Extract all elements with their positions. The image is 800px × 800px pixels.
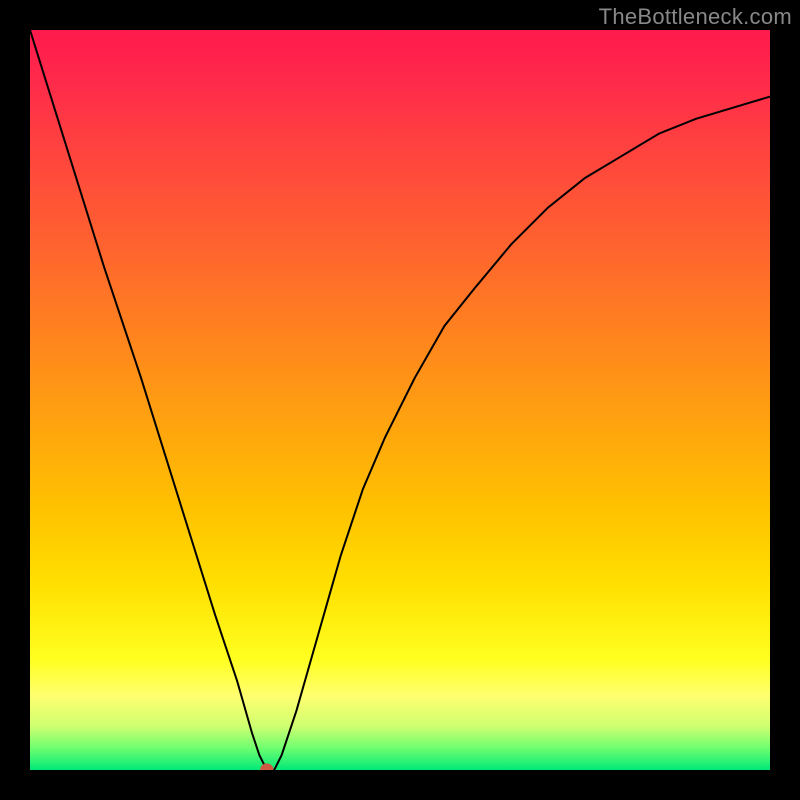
curve-svg bbox=[30, 30, 770, 770]
watermark-text: TheBottleneck.com bbox=[599, 4, 792, 30]
chart-frame: TheBottleneck.com bbox=[0, 0, 800, 800]
plot-area bbox=[30, 30, 770, 770]
curve-marker bbox=[260, 763, 273, 770]
bottleneck-curve bbox=[30, 30, 770, 770]
